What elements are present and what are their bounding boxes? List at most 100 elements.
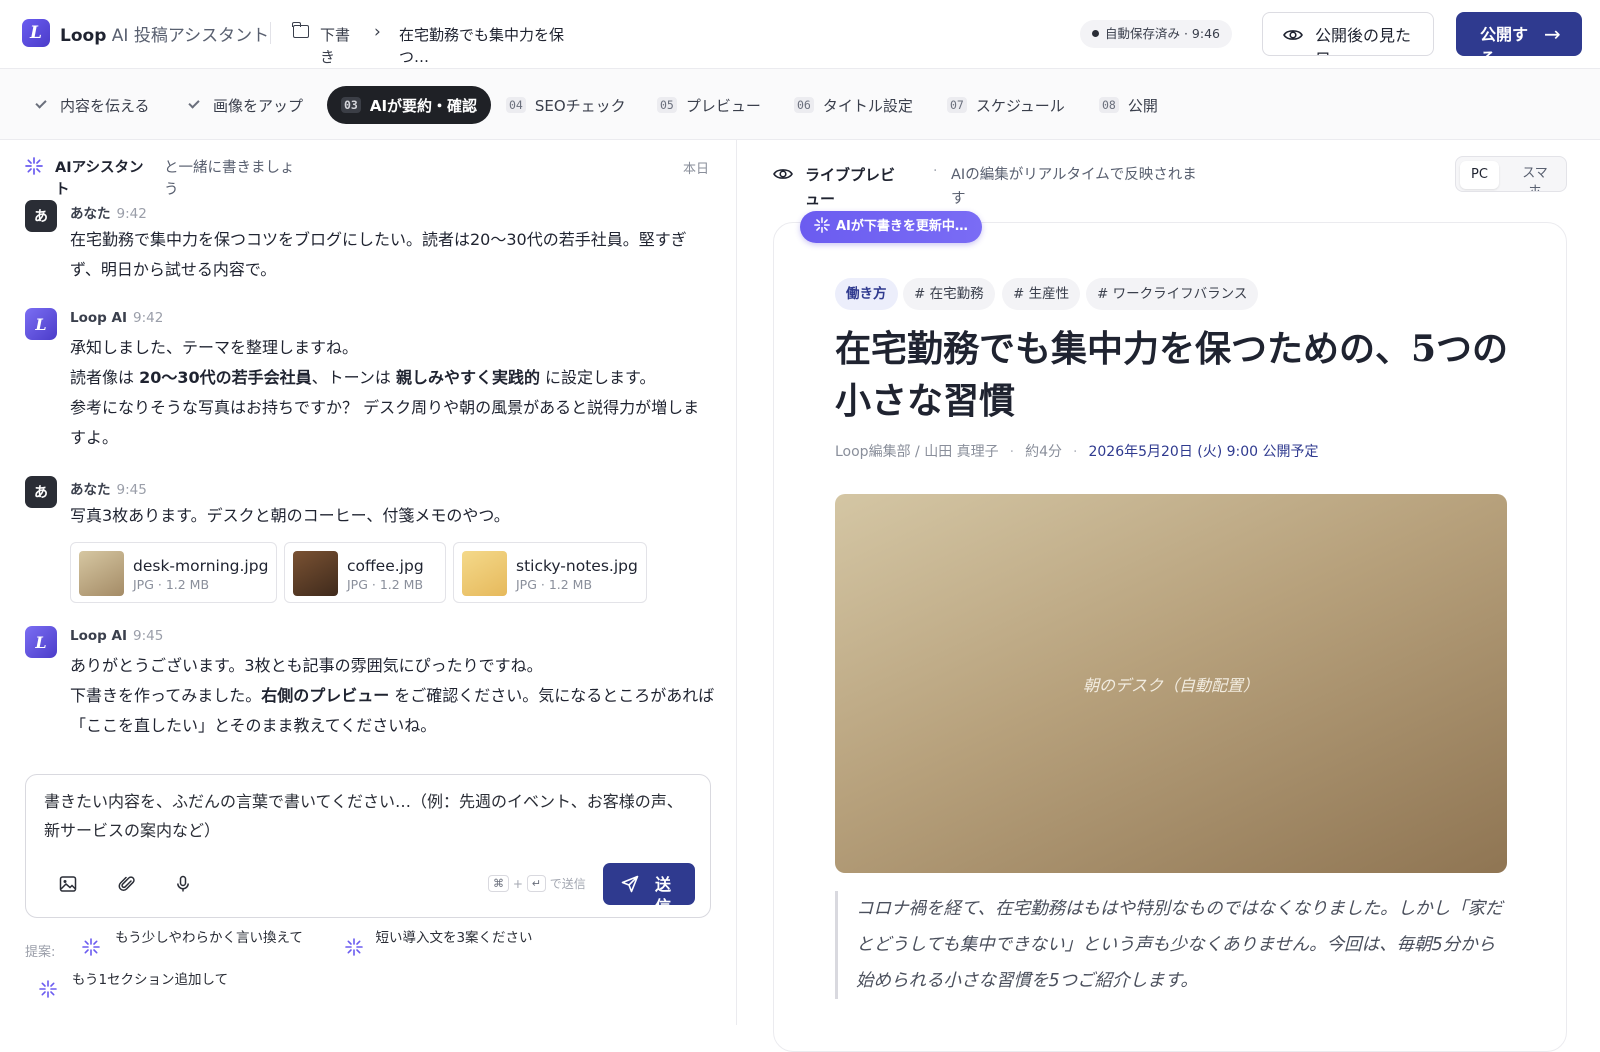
author-name: Loop AI [70, 628, 127, 644]
emphasis-preview: 右側のプレビュー [261, 686, 390, 705]
step-label: 内容を伝える [60, 96, 150, 115]
step-1[interactable]: 内容を伝える [35, 86, 150, 124]
step-number: 03 [341, 97, 361, 113]
send-button[interactable]: 送信 [603, 863, 695, 905]
avatar-user: あ [25, 200, 57, 232]
attachment-coffee[interactable]: coffee.jpg JPG · 1.2 MB [284, 542, 446, 603]
attachment-meta: JPG · 1.2 MB [516, 577, 593, 592]
preview-subtitle: AIの編集がリアルタイムで反映されます [951, 167, 1197, 207]
article-title: 在宅勤務でも集中力を保つための、5つの小さな習慣 [835, 328, 1509, 422]
separator-dot: · [1009, 444, 1015, 460]
app-brand: Loop AI 投稿アシスタント [60, 21, 269, 46]
send-shortcut-hint: ⌘ + ↵ で送信 [488, 873, 588, 896]
breadcrumb-current: 在宅勤務でも集中力を保つ… [399, 26, 565, 66]
suggestion-rephrase[interactable]: もう少しやわらかく言い換えて [112, 928, 306, 948]
author-name: あなた [70, 206, 111, 222]
message-time: 9:42 [116, 206, 147, 222]
suggestion-intro[interactable]: 短い導入文を3案ください [374, 928, 534, 948]
view-after-publish-button[interactable]: 公開後の見た目 [1262, 12, 1434, 56]
suggestion-add-section[interactable]: もう1セクション追加して [70, 970, 230, 990]
image-icon[interactable] [59, 875, 77, 893]
sparkle-icon [25, 157, 43, 175]
step-4[interactable]: 04 SEOチェック [506, 86, 626, 124]
arrow-right-icon: → [1544, 22, 1561, 46]
attachment-name: sticky-notes.jpg [516, 557, 638, 575]
text-span: 下書きを作ってみました。 [70, 686, 262, 705]
attachment-desk-morning[interactable]: desk-morning.jpg JPG · 1.2 MB [70, 542, 277, 603]
text-span: 、トーンは [311, 368, 396, 387]
eye-icon [1283, 30, 1303, 40]
step-5[interactable]: 05 プレビュー [657, 86, 761, 124]
author-name: あなた [70, 482, 111, 498]
composer-placeholder[interactable]: 書きたい内容を、ふだんの言葉で書いてください…（例：先週のイベント、お客様の声、… [44, 787, 694, 845]
ai-badge-label: AIが下書きを更新中… [836, 219, 968, 234]
sparkle-icon [814, 217, 830, 233]
message-text: ありがとうございます。3枚とも記事の雰囲気にぴったりですね。 下書きを作ってみま… [70, 651, 715, 741]
message-author: Loop AI 9:45 [70, 628, 163, 644]
text-span: に設定します。 [539, 368, 656, 387]
chat-date: 本日 [683, 162, 710, 177]
avatar-user: あ [25, 476, 57, 508]
step-label: スケジュール [975, 96, 1065, 115]
message-text: 承知しました、テーマを整理しますね。 読者像は 20〜30代の若手会社員、トーン… [70, 333, 715, 453]
header-divider [270, 22, 271, 44]
enter-key: ↵ [526, 875, 546, 892]
attachment-meta: JPG · 1.2 MB [133, 577, 210, 592]
breadcrumb-drafts[interactable]: 下書き [320, 24, 358, 68]
device-pc-tab[interactable]: PC [1460, 161, 1499, 189]
article-meta: Loop編集部 / 山田 真理子 · 約4分 · 2026年5月20日 (火) 9:00… [835, 441, 1319, 461]
emphasis-reader: 20〜30代の若手会社員 [139, 368, 312, 387]
hashtag-remote-work: # 在宅勤務 [903, 278, 995, 310]
image-thumbnail [462, 551, 507, 596]
image-thumbnail [79, 551, 124, 596]
publish-button[interactable]: 公開する → [1456, 12, 1582, 56]
publish-schedule: 2026年5月20日 (火) 9:00 公開予定 [1088, 444, 1319, 460]
sparkle-icon [345, 938, 363, 956]
device-toggle: PC スマホ [1455, 156, 1567, 192]
send-label: 送信 [655, 875, 672, 905]
separator-dot: · [933, 163, 938, 179]
step-label: SEOチェック [534, 96, 626, 115]
message-text: 写真3枚あります。デスクと朝のコーヒー、付箋メモのやつ。 [70, 506, 510, 525]
step-8[interactable]: 08 公開 [1099, 86, 1158, 124]
preview-title: ライブプレビュー [805, 166, 896, 208]
step-number: 07 [947, 97, 967, 113]
microphone-icon[interactable] [174, 875, 192, 893]
message-composer[interactable]: 書きたい内容を、ふだんの言葉で書いてください…（例：先週のイベント、お客様の声、… [25, 774, 711, 918]
step-6[interactable]: 06 タイトル設定 [794, 86, 913, 124]
attachment-name: desk-morning.jpg [133, 557, 269, 575]
emphasis-tone: 親しみやすく実践的 [395, 368, 540, 387]
message-author: Loop AI 9:42 [70, 310, 163, 326]
view-after-publish-label: 公開後の見た目 [1315, 26, 1412, 55]
step-3-active[interactable]: 03 AIが要約・確認 [327, 86, 492, 124]
hero-image: 朝のデスク（自動配置） [835, 494, 1507, 873]
logo-mark: L [22, 19, 50, 47]
separator-dot: · [1073, 444, 1078, 460]
step-label: タイトル設定 [822, 96, 913, 115]
avatar-ai: L [25, 308, 57, 340]
image-thumbnail [293, 551, 338, 596]
hashtag-productivity: # 生産性 [1002, 278, 1081, 310]
attachment-sticky-notes[interactable]: sticky-notes.jpg JPG · 1.2 MB [453, 542, 647, 603]
brand-subtitle: AI 投稿アシスタント [111, 26, 270, 46]
message-time: 9:42 [133, 310, 164, 326]
device-smartphone-tab[interactable]: スマホ [1518, 165, 1552, 191]
step-number: 05 [657, 97, 677, 113]
step-number: 06 [794, 97, 814, 113]
folder-icon [292, 22, 309, 38]
step-2[interactable]: 画像をアップ [188, 86, 303, 124]
attachment-name: coffee.jpg [347, 557, 424, 575]
command-key: ⌘ [488, 875, 509, 892]
message-text: 在宅勤務で集中力を保つコツをブログにしたい。読者は20〜30代の若手社員。堅すぎ… [70, 230, 687, 279]
shortcut-plus: + [512, 877, 523, 891]
step-7[interactable]: 07 スケジュール [947, 86, 1065, 124]
step-label: AIが要約・確認 [369, 96, 478, 115]
brand-name: Loop [60, 26, 107, 46]
paperclip-icon[interactable] [118, 875, 136, 893]
step-label: プレビュー [685, 96, 761, 115]
status-dot [1092, 30, 1099, 37]
message-line: 承知しました、テーマを整理しますね。 [70, 338, 359, 357]
message-line: 読者像は 20〜30代の若手会社員、トーンは 親しみやすく実践的 に設定します。 [70, 363, 715, 393]
message-line: 参考になりそうな写真はお持ちですか？ デスク周りや朝の風景があると説得力が増しま… [70, 398, 700, 447]
eye-icon [773, 169, 793, 179]
